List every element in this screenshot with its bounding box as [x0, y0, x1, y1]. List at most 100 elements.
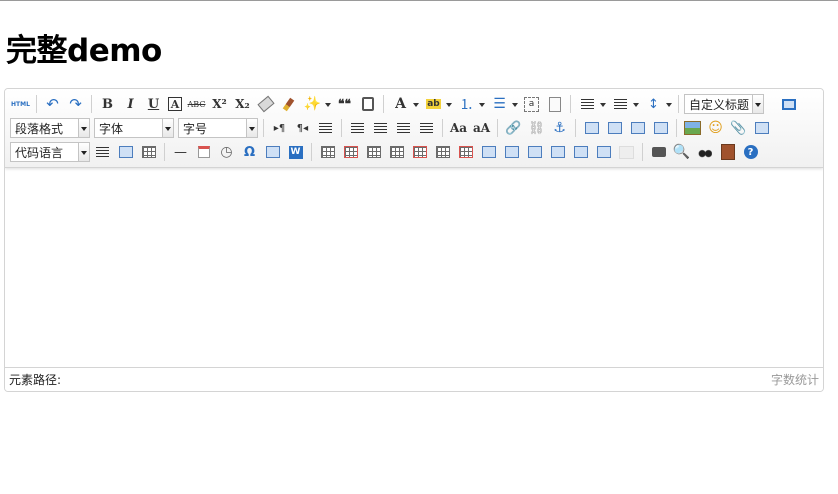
- merge-right-button[interactable]: [502, 142, 522, 162]
- selectall-icon: a: [524, 96, 539, 112]
- touppercase-button[interactable]: Aa: [449, 118, 469, 138]
- ordered-list-dropdown[interactable]: ⒈: [456, 94, 486, 114]
- superscript-button[interactable]: X²: [210, 94, 230, 114]
- search-replace-button[interactable]: [695, 142, 715, 162]
- unordered-list-dropdown[interactable]: ☰: [489, 94, 519, 114]
- split-to-cells-button[interactable]: [548, 142, 568, 162]
- date-button[interactable]: [194, 142, 214, 162]
- insert-col-button[interactable]: [433, 142, 453, 162]
- drafts-button[interactable]: [718, 142, 738, 162]
- bold-button[interactable]: B: [98, 94, 118, 114]
- insert-image-button[interactable]: [683, 118, 703, 138]
- delete-col-button[interactable]: [456, 142, 476, 162]
- paragraph-format-select[interactable]: 段落格式: [10, 118, 90, 138]
- undo-button[interactable]: ↶: [43, 94, 63, 114]
- formatmatch-button[interactable]: [256, 94, 276, 114]
- merge-cells-icon: [481, 146, 496, 158]
- monitor-icon: [782, 98, 796, 110]
- rowspacingtop-dropdown[interactable]: [577, 94, 607, 114]
- justify-left-button[interactable]: [348, 118, 368, 138]
- tolowercase-button[interactable]: aA: [472, 118, 492, 138]
- magic-wand-icon: ✨: [303, 96, 322, 112]
- backcolor-dropdown[interactable]: ab: [423, 94, 453, 114]
- horizontal-rule-button[interactable]: —: [171, 142, 191, 162]
- wordimage-button[interactable]: [263, 142, 283, 162]
- split-to-rows-button[interactable]: [571, 142, 591, 162]
- delete-table-button[interactable]: [341, 142, 361, 162]
- direction-ltr-button[interactable]: ▸¶: [270, 118, 290, 138]
- justify-right-button[interactable]: [394, 118, 414, 138]
- emotion-button[interactable]: ☺: [706, 118, 726, 138]
- source-html-button[interactable]: HTML: [11, 94, 31, 114]
- align-center-icon: [374, 122, 387, 134]
- blockquote-button[interactable]: ❝❝: [335, 94, 355, 114]
- print-button[interactable]: [649, 142, 669, 162]
- anchor-button[interactable]: ⚓: [550, 118, 570, 138]
- selectall-button[interactable]: a: [522, 94, 542, 114]
- background-button[interactable]: [139, 142, 159, 162]
- merge-down-button[interactable]: [525, 142, 545, 162]
- drafts-icon: [720, 144, 735, 160]
- image-right-button[interactable]: [628, 118, 648, 138]
- underline-button[interactable]: U: [144, 94, 164, 114]
- word-import-button[interactable]: W: [286, 142, 306, 162]
- pasteplain-dropdown[interactable]: ✨: [302, 94, 332, 114]
- editor-content-area[interactable]: [5, 168, 823, 368]
- insert-video-button[interactable]: [752, 118, 772, 138]
- time-button[interactable]: ◷: [217, 142, 237, 162]
- template-icon: [118, 146, 133, 158]
- fullscreen-button[interactable]: [779, 94, 799, 114]
- separator: [642, 143, 643, 161]
- preview-button[interactable]: 🔍: [672, 142, 692, 162]
- code-language-select[interactable]: 代码语言: [10, 142, 90, 162]
- font-size-select[interactable]: 字号: [178, 118, 258, 138]
- direction-rtl-button[interactable]: ¶◂: [293, 118, 313, 138]
- link-button[interactable]: 🔗: [504, 118, 524, 138]
- unlink-button[interactable]: ⛓: [527, 118, 547, 138]
- cleardoc-button[interactable]: [545, 94, 565, 114]
- insert-row-button[interactable]: [387, 142, 407, 162]
- template-button[interactable]: [116, 142, 136, 162]
- indent-icon: [319, 122, 332, 134]
- pagebreak-button[interactable]: [93, 142, 113, 162]
- fontborder-button[interactable]: A: [168, 97, 182, 111]
- special-chars-button[interactable]: Ω: [240, 142, 260, 162]
- autotypeset-button[interactable]: [279, 94, 299, 114]
- split-rows-icon: [573, 146, 588, 158]
- subscript-button[interactable]: X₂: [233, 94, 253, 114]
- font-family-select[interactable]: 字体: [94, 118, 174, 138]
- separator: [678, 95, 679, 113]
- lineheight-dropdown[interactable]: ↕: [643, 94, 673, 114]
- italic-button[interactable]: I: [121, 94, 141, 114]
- merge-right-icon: [504, 146, 519, 158]
- split-to-cols-button[interactable]: [594, 142, 614, 162]
- separator: [383, 95, 384, 113]
- highlighter-icon: ab: [426, 99, 441, 109]
- forecolor-dropdown[interactable]: A: [390, 94, 420, 114]
- image-center-button[interactable]: [651, 118, 671, 138]
- merge-cells-button[interactable]: [479, 142, 499, 162]
- strikethrough-button[interactable]: ABC: [187, 94, 207, 114]
- background-icon: [141, 146, 156, 158]
- delete-row-button[interactable]: [410, 142, 430, 162]
- custom-title-select[interactable]: 自定义标题: [684, 94, 764, 114]
- rowspacingbottom-dropdown[interactable]: [610, 94, 640, 114]
- lowercase-icon: aA: [472, 121, 491, 135]
- uppercase-icon: Aa: [449, 121, 468, 135]
- charts-button[interactable]: [617, 142, 637, 162]
- undo-icon: ↶: [46, 95, 59, 113]
- insert-table-button[interactable]: [318, 142, 338, 162]
- image-left-button[interactable]: [605, 118, 625, 138]
- custom-title-label: 自定义标题: [689, 97, 750, 112]
- redo-button[interactable]: ↷: [66, 94, 86, 114]
- justify-center-button[interactable]: [371, 118, 391, 138]
- image-edit-icon: [265, 146, 280, 158]
- attachment-button[interactable]: 📎: [729, 118, 749, 138]
- image-none-button[interactable]: [582, 118, 602, 138]
- paste-button[interactable]: [358, 94, 378, 114]
- indent-button[interactable]: [316, 118, 336, 138]
- insert-paragraph-before-table-button[interactable]: [364, 142, 384, 162]
- help-button[interactable]: ?: [741, 142, 761, 162]
- justify-full-button[interactable]: [417, 118, 437, 138]
- smiley-icon: ☺: [708, 120, 723, 136]
